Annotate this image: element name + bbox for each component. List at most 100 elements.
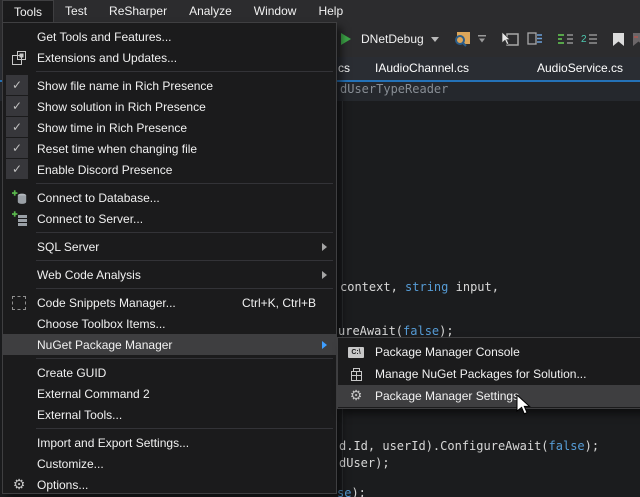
menu-item-label: External Tools... [37,408,122,422]
menu-item-sql-server[interactable]: SQL Server [3,236,336,257]
code-keyword: false [403,324,439,338]
vs-window: Tools Test ReSharper Analyze Window Help… [0,0,640,497]
menu-item-extensions-and-updates[interactable]: Extensions and Updates... [3,47,336,68]
snippets-icon [9,293,29,313]
checkmark-icon: ✓ [6,117,28,137]
format-indent-2-icon[interactable]: 2 [581,32,598,46]
menu-item-label: Enable Discord Presence [37,163,172,177]
menu-item-label: Code Snippets Manager... [37,296,176,310]
bookmark-icon[interactable] [612,32,625,47]
indent-guide [342,101,343,497]
menu-item-reset-time[interactable]: ✓ Reset time when changing file [3,138,336,159]
checkmark-icon: ✓ [6,159,28,179]
menu-item-get-tools-and-features[interactable]: Get Tools and Features... [3,26,336,47]
menubar-item-resharper[interactable]: ReSharper [98,0,178,22]
bookmark-dim-icon[interactable] [632,32,640,47]
submenu-item-package-manager-settings[interactable]: ⚙ Package Manager Settings [338,385,640,407]
menu-item-label: NuGet Package Manager [37,338,172,352]
format-indent-icon[interactable] [557,32,574,46]
menu-item-shortcut: Ctrl+K, Ctrl+B [242,296,316,310]
menu-item-connect-to-database[interactable]: Connect to Database... [3,187,336,208]
menu-separator [3,285,336,292]
menu-separator [3,68,336,75]
package-icon [346,364,366,384]
code-text: context, [340,280,405,294]
menu-item-label: Package Manager Console [375,345,520,359]
code-text: dUser); [339,456,390,470]
code-text: ); [439,324,453,338]
menu-item-show-file-name[interactable]: ✓ Show file name in Rich Presence [3,75,336,96]
server-add-icon [9,209,29,229]
submenu-item-manage-nuget-packages[interactable]: Manage NuGet Packages for Solution... [338,363,640,385]
menu-item-external-tools[interactable]: External Tools... [3,404,336,425]
menu-item-label: Choose Toolbox Items... [37,317,166,331]
menu-item-customize[interactable]: Customize... [3,453,336,474]
submenu-arrow-icon [322,271,327,279]
code-text: ); [351,486,365,497]
menu-item-import-export-settings[interactable]: Import and Export Settings... [3,432,336,453]
menu-item-label: Extensions and Updates... [37,51,177,65]
menu-item-connect-to-server[interactable]: Connect to Server... [3,208,336,229]
play-icon[interactable] [340,32,352,46]
menu-item-label: Create GUID [37,366,106,380]
menu-item-label: Package Manager Settings [375,389,519,403]
menubar-item-test[interactable]: Test [54,0,98,22]
pointer-frame-icon[interactable] [500,32,519,47]
copy-lines-icon[interactable] [526,31,543,47]
menu-item-label: Import and Export Settings... [37,436,189,450]
menubar-item-window[interactable]: Window [243,0,308,22]
menu-item-options[interactable]: ⚙ Options... [3,474,336,495]
menu-item-create-guid[interactable]: Create GUID [3,362,336,383]
code-keyword: string [405,280,448,294]
checkmark-icon: ✓ [6,75,28,95]
code-line: context, string input, [340,280,499,294]
tab-clipped-cs[interactable]: cs [338,61,350,75]
code-keyword: false [549,439,585,453]
standard-toolbar: DNetDebug [340,24,640,54]
menubar-item-analyze[interactable]: Analyze [178,0,243,22]
menubar-item-help[interactable]: Help [307,0,354,22]
code-line: d.Id, userId).ConfigureAwait(false); [339,439,599,453]
menu-item-external-command-2[interactable]: External Command 2 [3,383,336,404]
menu-item-label: Show file name in Rich Presence [37,79,213,93]
breadcrumb: dUserTypeReader [340,82,448,96]
attach-search-icon[interactable] [453,31,471,47]
tab-audioservice[interactable]: AudioService.cs [537,61,623,75]
menu-item-enable-discord[interactable]: ✓ Enable Discord Presence [3,159,336,180]
menu-item-label: Show time in Rich Presence [37,121,187,135]
menu-item-label: Show solution in Rich Presence [37,100,206,114]
config-dropdown-chevron-icon[interactable] [431,37,439,42]
run-configuration-label[interactable]: DNetDebug [361,32,424,46]
menu-item-show-solution[interactable]: ✓ Show solution in Rich Presence [3,96,336,117]
menu-item-label: Get Tools and Features... [37,30,172,44]
code-text: input, [448,280,499,294]
menu-item-nuget-package-manager[interactable]: NuGet Package Manager [3,334,336,355]
mouse-cursor [516,394,532,421]
database-add-icon [9,188,29,208]
tab-iaudiochannel[interactable]: IAudioChannel.cs [375,61,469,75]
menu-item-label: SQL Server [37,240,99,254]
overflow-chevron-icon[interactable] [478,35,486,43]
code-text: d.Id, userId).ConfigureAwait( [339,439,549,453]
submenu-arrow-icon [322,243,327,251]
menu-separator [3,229,336,236]
menu-separator [3,425,336,432]
menu-item-show-time[interactable]: ✓ Show time in Rich Presence [3,117,336,138]
menu-item-web-code-analysis[interactable]: Web Code Analysis [3,264,336,285]
menu-item-label: Connect to Server... [37,212,143,226]
menu-item-label: Reset time when changing file [37,142,197,156]
menubar: Tools Test ReSharper Analyze Window Help [0,0,640,22]
code-text: ureAwait( [338,324,403,338]
menu-item-choose-toolbox-items[interactable]: Choose Toolbox Items... [3,313,336,334]
menu-item-label: Customize... [37,457,104,471]
code-text: ); [585,439,599,453]
menu-separator [3,180,336,187]
menubar-item-tools[interactable]: Tools [2,0,54,22]
menu-item-label: Web Code Analysis [37,268,141,282]
menu-item-label: Options... [37,478,88,492]
code-line: ureAwait(false); [338,324,454,338]
menu-item-code-snippets-manager[interactable]: Code Snippets Manager... Ctrl+K, Ctrl+B [3,292,336,313]
checkmark-icon: ✓ [6,96,28,116]
submenu-item-package-manager-console[interactable]: C:\ Package Manager Console [338,341,640,363]
extensions-icon [9,48,29,68]
